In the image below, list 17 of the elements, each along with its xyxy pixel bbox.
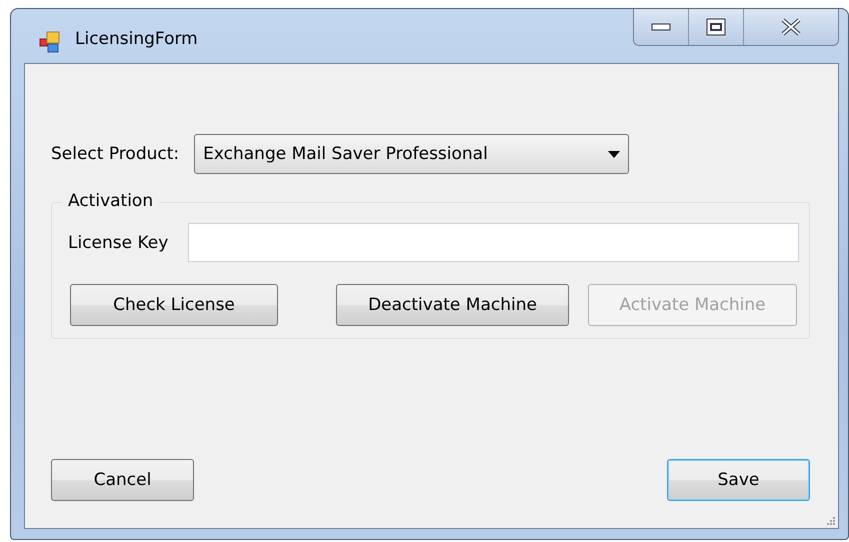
action-button[interactable]: Deactivate Machine: [336, 284, 569, 326]
maximize-icon: [706, 18, 726, 36]
resize-grip-icon: [824, 514, 836, 526]
license-key-field[interactable]: [188, 223, 799, 262]
save-button[interactable]: Save: [667, 459, 810, 501]
maximize-button[interactable]: [688, 9, 743, 45]
window-title: LicensingForm: [75, 29, 198, 49]
dropdown-arrow-icon: [608, 150, 620, 158]
action-button[interactable]: Check License: [70, 284, 278, 326]
close-icon: [780, 18, 802, 36]
product-dropdown[interactable]: Exchange Mail Saver Professional: [194, 134, 630, 174]
license-key-label: License Key: [68, 232, 168, 252]
minimize-icon: [651, 22, 671, 32]
minimize-button[interactable]: [634, 9, 688, 45]
cancel-button[interactable]: Cancel: [51, 459, 194, 501]
app-icon: [39, 31, 61, 53]
product-label: Select Product:: [51, 144, 180, 164]
